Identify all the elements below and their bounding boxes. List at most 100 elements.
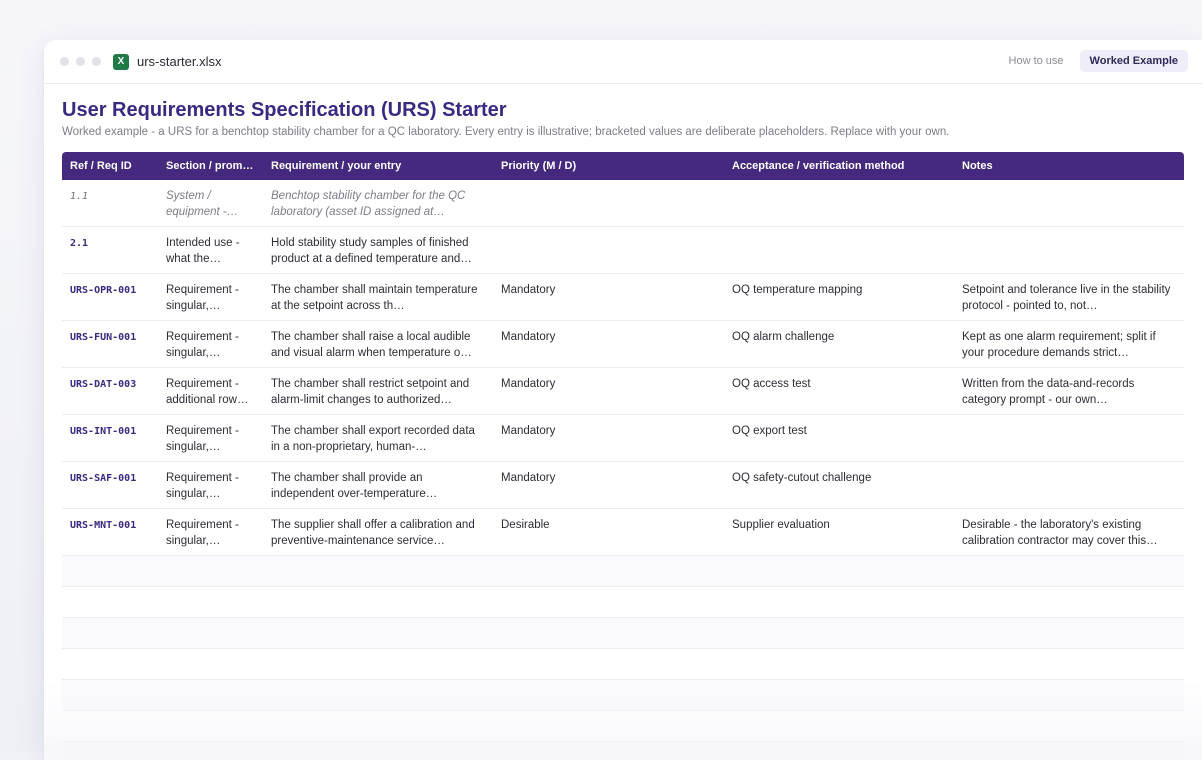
cell-acceptance[interactable]: OQ export test [724, 415, 954, 461]
cell-acceptance[interactable]: OQ access test [724, 368, 954, 414]
page-subtitle: Worked example - a URS for a benchtop st… [62, 126, 950, 138]
spreadsheet-window: X urs-starter.xlsx How to use Worked Exa… [44, 40, 1202, 760]
cell-section[interactable]: Requirement - singular,… [158, 415, 263, 461]
column-header-acceptance[interactable]: Acceptance / verification method [724, 160, 954, 172]
excel-file-icon: X [113, 53, 129, 70]
table-row[interactable]: URS-FUN-001 Requirement - singular,… The… [62, 321, 1184, 368]
cell-acceptance[interactable]: OQ alarm challenge [724, 321, 954, 367]
cell-section[interactable]: Requirement - singular,… [158, 274, 263, 320]
minimize-dot[interactable] [76, 57, 85, 66]
cell-notes[interactable]: Kept as one alarm requirement; split if … [954, 321, 1184, 367]
close-dot[interactable] [60, 57, 69, 66]
cell-ref[interactable]: URS-SAF-001 [62, 462, 158, 508]
cell-requirement-text: Benchtop stability chamber for the QC la… [271, 190, 466, 218]
cell-notes[interactable] [954, 415, 1184, 461]
table-header-row: Ref / Req ID Section / prom… Requirement… [62, 152, 1184, 180]
requirements-table: Ref / Req ID Section / prom… Requirement… [62, 152, 1184, 760]
cell-requirement-text: The supplier shall offer a calibration a… [271, 519, 475, 547]
cell-section[interactable]: Requirement - singular,… [158, 509, 263, 555]
empty-table-row[interactable] [62, 649, 1184, 680]
table-row[interactable]: URS-OPR-001 Requirement - singular,… The… [62, 274, 1184, 321]
cell-section[interactable]: Requirement - singular,… [158, 321, 263, 367]
table-row[interactable]: URS-INT-001 Requirement - singular,… The… [62, 415, 1184, 462]
cell-section-text: Intended use - what the… [166, 237, 240, 265]
cell-acceptance[interactable]: OQ temperature mapping [724, 274, 954, 320]
cell-section[interactable]: System / equipment -… [158, 180, 263, 226]
cell-priority[interactable] [493, 180, 724, 226]
cell-requirement-text: The chamber shall maintain temperature a… [271, 284, 478, 312]
cell-priority[interactable]: Mandatory [493, 368, 724, 414]
cell-requirement[interactable]: Benchtop stability chamber for the QC la… [263, 180, 493, 226]
cell-requirement-text: Hold stability study samples of finished… [271, 237, 472, 265]
cell-notes-text: Kept as one alarm requirement; split if … [962, 331, 1156, 359]
sheet-content: User Requirements Specification (URS) St… [44, 84, 1202, 760]
column-header-section[interactable]: Section / prom… [158, 160, 263, 172]
cell-acceptance[interactable] [724, 180, 954, 226]
cell-requirement[interactable]: The supplier shall offer a calibration a… [263, 509, 493, 555]
cell-notes-text: Desirable - the laboratory's existing ca… [962, 519, 1158, 547]
cell-notes[interactable]: Written from the data-and-records catego… [954, 368, 1184, 414]
empty-table-row[interactable] [62, 587, 1184, 618]
cell-requirement-text: The chamber shall provide an independent… [271, 472, 438, 500]
cell-requirement[interactable]: The chamber shall restrict setpoint and … [263, 368, 493, 414]
cell-ref[interactable]: URS-DAT-003 [62, 368, 158, 414]
empty-table-row[interactable] [62, 556, 1184, 587]
cell-notes[interactable]: Setpoint and tolerance live in the stabi… [954, 274, 1184, 320]
cell-requirement-text: The chamber shall export recorded data i… [271, 425, 475, 453]
empty-table-row[interactable] [62, 742, 1184, 760]
column-header-ref[interactable]: Ref / Req ID [62, 160, 158, 172]
page-title: User Requirements Specification (URS) St… [62, 99, 507, 121]
cell-requirement-text: The chamber shall restrict setpoint and … [271, 378, 470, 406]
column-header-notes[interactable]: Notes [954, 160, 1184, 172]
cell-priority[interactable]: Mandatory [493, 274, 724, 320]
cell-ref[interactable]: URS-OPR-001 [62, 274, 158, 320]
cell-requirement[interactable]: The chamber shall export recorded data i… [263, 415, 493, 461]
table-row[interactable]: 2.1 Intended use - what the… Hold stabil… [62, 227, 1184, 274]
tab-worked-example[interactable]: Worked Example [1079, 50, 1188, 72]
column-header-priority[interactable]: Priority (M / D) [493, 160, 724, 172]
cell-requirement-text: The chamber shall raise a local audible … [271, 331, 472, 359]
empty-table-row[interactable] [62, 711, 1184, 742]
table-row[interactable]: URS-DAT-003 Requirement - additional row… [62, 368, 1184, 415]
cell-ref[interactable]: URS-MNT-001 [62, 509, 158, 555]
empty-table-row[interactable] [62, 680, 1184, 711]
cell-requirement[interactable]: The chamber shall provide an independent… [263, 462, 493, 508]
cell-requirement[interactable]: Hold stability study samples of finished… [263, 227, 493, 273]
column-header-requirement[interactable]: Requirement / your entry [263, 160, 493, 172]
table-row[interactable]: URS-SAF-001 Requirement - singular,… The… [62, 462, 1184, 509]
cell-section[interactable]: Requirement - additional row… [158, 368, 263, 414]
cell-priority[interactable]: Mandatory [493, 321, 724, 367]
empty-rows [62, 556, 1184, 760]
cell-section[interactable]: Intended use - what the… [158, 227, 263, 273]
table-row[interactable]: 1.1 System / equipment -… Benchtop stabi… [62, 180, 1184, 227]
tab-how-to-use[interactable]: How to use [999, 50, 1074, 72]
cell-ref[interactable]: 1.1 [62, 180, 158, 226]
cell-acceptance[interactable] [724, 227, 954, 273]
cell-ref[interactable]: URS-FUN-001 [62, 321, 158, 367]
cell-notes-text: Written from the data-and-records catego… [962, 378, 1135, 406]
cell-notes[interactable] [954, 180, 1184, 226]
cell-notes[interactable] [954, 462, 1184, 508]
cell-section[interactable]: Requirement - singular,… [158, 462, 263, 508]
cell-priority[interactable] [493, 227, 724, 273]
sheet-tabs: How to use Worked Example [999, 50, 1188, 72]
maximize-dot[interactable] [92, 57, 101, 66]
cell-acceptance[interactable]: Supplier evaluation [724, 509, 954, 555]
cell-section-text: Requirement - singular,… [166, 519, 239, 547]
cell-requirement[interactable]: The chamber shall maintain temperature a… [263, 274, 493, 320]
cell-requirement[interactable]: The chamber shall raise a local audible … [263, 321, 493, 367]
title-bar: X urs-starter.xlsx How to use Worked Exa… [44, 40, 1202, 84]
cell-priority[interactable]: Mandatory [493, 415, 724, 461]
cell-ref[interactable]: 2.1 [62, 227, 158, 273]
cell-section-text: Requirement - singular,… [166, 331, 239, 359]
cell-priority[interactable]: Desirable [493, 509, 724, 555]
empty-table-row[interactable] [62, 618, 1184, 649]
cell-notes[interactable] [954, 227, 1184, 273]
cell-acceptance[interactable]: OQ safety-cutout challenge [724, 462, 954, 508]
cell-ref[interactable]: URS-INT-001 [62, 415, 158, 461]
cell-section-text: Requirement - singular,… [166, 284, 239, 312]
cell-notes[interactable]: Desirable - the laboratory's existing ca… [954, 509, 1184, 555]
window-controls [60, 57, 101, 66]
cell-priority[interactable]: Mandatory [493, 462, 724, 508]
table-row[interactable]: URS-MNT-001 Requirement - singular,… The… [62, 509, 1184, 556]
